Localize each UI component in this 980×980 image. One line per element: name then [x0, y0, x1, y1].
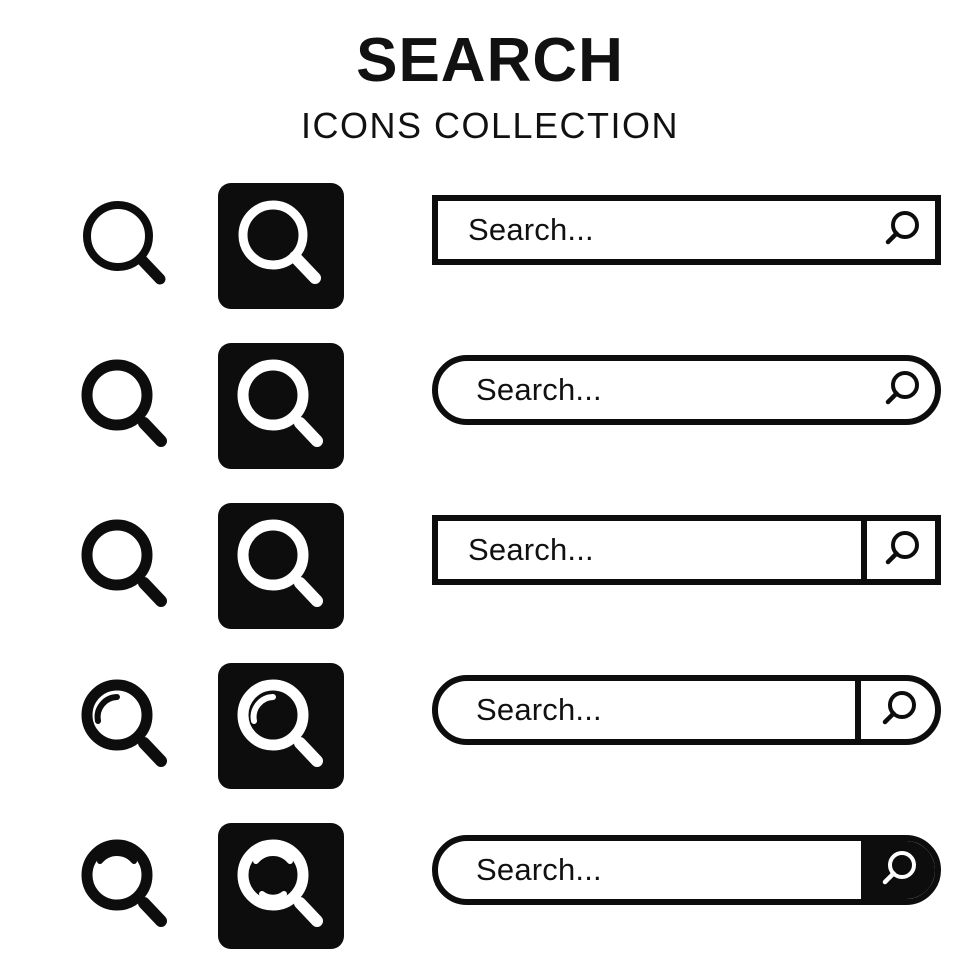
search-placeholder: Search...: [468, 532, 594, 567]
icon-row: Search...: [0, 175, 980, 320]
search-icon-button[interactable]: [867, 361, 935, 419]
search-bar[interactable]: Search...: [432, 515, 941, 585]
magnifier-thin-attached-handle-inverted-icon[interactable]: [218, 183, 344, 309]
search-icon-button[interactable]: [867, 201, 935, 259]
magnifier-thick-detached-handle-alt-inverted-icon[interactable]: [218, 503, 344, 629]
icon-row: Search...: [0, 495, 980, 640]
magnifier-with-glare-arc-inverted-icon[interactable]: [218, 663, 344, 789]
page-subtitle: ICONS COLLECTION: [300, 105, 680, 146]
search-bar-frame[interactable]: Search...: [432, 675, 941, 745]
search-icon-button[interactable]: [861, 841, 935, 899]
search-icon: [882, 851, 916, 885]
page-title: SEARCH: [356, 26, 624, 95]
search-bar-frame[interactable]: Search...: [432, 515, 941, 585]
search-placeholder: Search...: [476, 692, 602, 727]
search-placeholder: Search...: [468, 212, 594, 247]
search-bar-frame[interactable]: Search...: [432, 355, 941, 425]
search-bar[interactable]: Search...: [432, 355, 941, 425]
magnifier-with-top-glare-arc-icon[interactable]: [62, 823, 187, 948]
icon-row: Search...: [0, 815, 980, 960]
search-icon: [885, 371, 919, 405]
magnifier-with-top-and-bottom-glare-inverted-icon[interactable]: [218, 823, 344, 949]
search-bar[interactable]: Search...: [432, 195, 941, 265]
header: SEARCH ICONS COLLECTION: [0, 30, 980, 144]
magnifier-thick-detached-handle-alt-icon[interactable]: [62, 503, 187, 628]
magnifier-thin-attached-handle-icon[interactable]: [62, 183, 187, 308]
search-bar-frame[interactable]: Search...: [432, 195, 941, 265]
icon-row: Search...: [0, 655, 980, 800]
magnifier-thick-detached-handle-icon[interactable]: [62, 343, 187, 468]
magnifier-thick-detached-handle-inverted-icon[interactable]: [218, 343, 344, 469]
search-icon-button[interactable]: [855, 681, 935, 739]
icon-row: Search...: [0, 335, 980, 480]
search-placeholder: Search...: [476, 852, 602, 887]
search-bar[interactable]: Search...: [432, 675, 941, 745]
search-icon: [882, 691, 916, 725]
magnifier-with-glare-arc-icon[interactable]: [62, 663, 187, 788]
search-bar[interactable]: Search...: [432, 835, 941, 905]
search-icon: [885, 211, 919, 245]
search-bar-frame[interactable]: Search...: [432, 835, 941, 905]
search-icon: [885, 531, 919, 565]
search-placeholder: Search...: [476, 372, 602, 407]
search-icon-button[interactable]: [861, 521, 935, 579]
